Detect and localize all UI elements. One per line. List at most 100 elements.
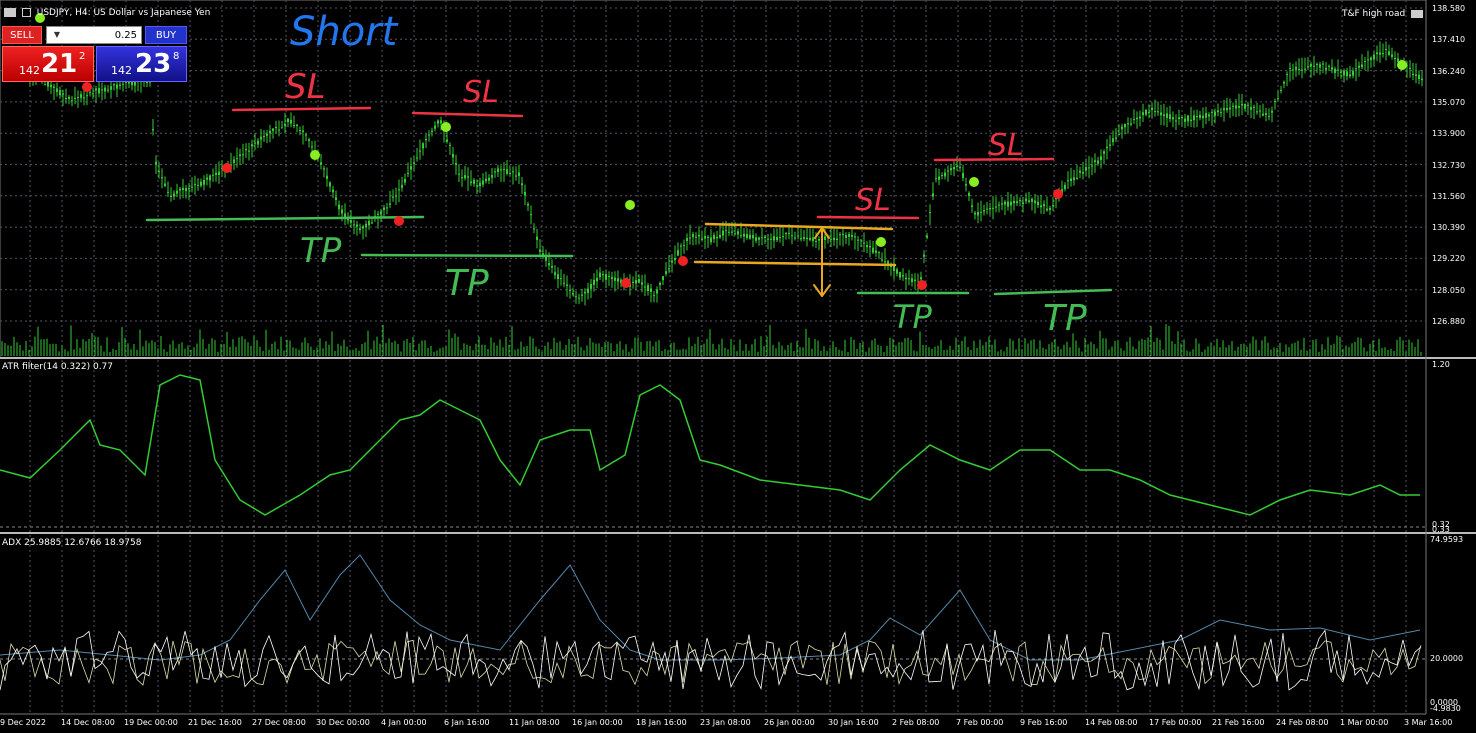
candle-body xyxy=(1217,110,1219,113)
candle-body xyxy=(95,88,97,91)
candle-body xyxy=(863,242,865,244)
candle-body xyxy=(530,214,532,216)
candle-body xyxy=(614,277,616,281)
candle-body xyxy=(1010,201,1012,206)
candle-body xyxy=(950,168,952,171)
candle-body xyxy=(746,234,748,239)
candle-body xyxy=(644,286,646,288)
candle-body xyxy=(1250,107,1252,110)
candle-body xyxy=(953,167,955,170)
atr-axis-top: 1.20 xyxy=(1432,360,1450,369)
buy-price-prefix: 142 xyxy=(111,64,132,77)
candle-body xyxy=(1304,68,1306,70)
candle-body xyxy=(1223,108,1225,111)
candle-body xyxy=(521,183,523,186)
candle-body xyxy=(707,236,709,238)
lot-size-input[interactable] xyxy=(67,28,137,42)
time-axis-label: 24 Feb 08:00 xyxy=(1276,718,1329,727)
candle-body xyxy=(608,275,610,277)
main-panel-frame xyxy=(0,0,1427,359)
buy-price-button[interactable]: 142 23 8 xyxy=(96,46,187,82)
lot-dropdown-icon[interactable]: ▼ xyxy=(49,27,65,43)
time-axis-label: 30 Dec 00:00 xyxy=(316,718,370,727)
candle-body xyxy=(1415,74,1417,76)
candle-body xyxy=(539,249,541,252)
sell-price-button[interactable]: 142 21 2 xyxy=(2,46,94,82)
candle-body xyxy=(1106,146,1108,149)
candle-body xyxy=(680,245,682,247)
candle-body xyxy=(1037,201,1039,206)
candle-body xyxy=(848,234,850,237)
candle-body xyxy=(1094,160,1096,162)
adx-label: ADX 25.9885 12.6766 18.9758 xyxy=(2,538,142,548)
candle-body xyxy=(1271,110,1273,113)
sell-signal-dot xyxy=(621,278,631,288)
candle-body xyxy=(1133,118,1135,120)
candle-body xyxy=(944,172,946,177)
candle-body xyxy=(1196,115,1198,117)
candle-body xyxy=(962,172,964,178)
candle-body xyxy=(1079,170,1081,173)
candle-body xyxy=(452,153,454,158)
candle-body xyxy=(233,159,235,163)
candle-body xyxy=(731,231,733,233)
candle-body xyxy=(1274,101,1276,103)
candle-body xyxy=(779,237,781,239)
candle-body xyxy=(353,224,355,226)
graduation-cap-icon[interactable] xyxy=(1411,9,1424,18)
sell-button[interactable]: SELL xyxy=(2,26,42,44)
candle-body xyxy=(1259,110,1261,112)
candle-body xyxy=(776,236,778,241)
time-axis-label: 9 Feb 16:00 xyxy=(1020,718,1068,727)
candle-body xyxy=(1256,111,1258,113)
candle-body xyxy=(320,162,322,165)
candle-body xyxy=(1184,118,1186,122)
buy-signal-dot xyxy=(625,200,635,210)
candle-body xyxy=(1121,126,1123,130)
chart-canvas[interactable]: Short SL SL SL SL TP TP TP TP xyxy=(0,0,1476,733)
candle-body xyxy=(671,260,673,263)
candle-body xyxy=(110,86,112,90)
candle-body xyxy=(602,274,604,276)
candle-body xyxy=(1241,103,1243,106)
candle-body xyxy=(932,193,934,197)
candle-body xyxy=(824,236,826,241)
candle-body xyxy=(1289,67,1291,69)
candle-body xyxy=(977,212,979,216)
sell-signal-dot xyxy=(394,216,404,226)
price-axis-label: 128.050 xyxy=(1432,285,1466,295)
sl-label: SL xyxy=(988,128,1024,163)
candle-body xyxy=(752,235,754,239)
candle-body xyxy=(914,279,916,282)
candle-body xyxy=(341,209,343,214)
candle-body xyxy=(965,184,967,186)
candle-body xyxy=(134,82,136,86)
candle-body xyxy=(1373,54,1375,60)
time-axis-label: 26 Jan 00:00 xyxy=(764,718,815,727)
candle-body xyxy=(1112,138,1114,143)
candle-body xyxy=(1169,114,1171,119)
atr-axis-bottom2: 0.33 xyxy=(1432,525,1450,534)
candle-body xyxy=(647,285,649,291)
chart-menu-icon[interactable] xyxy=(4,8,16,17)
chart-type-icon[interactable] xyxy=(21,8,31,17)
sell-signal-dot xyxy=(678,256,688,266)
candle-body xyxy=(404,178,406,183)
atr-label: ATR filter(14 0.322) 0.77 xyxy=(2,362,114,372)
candle-body xyxy=(1352,70,1354,76)
candle-body xyxy=(641,282,643,285)
sl-line xyxy=(231,106,372,112)
candle-body xyxy=(833,237,835,241)
candle-body xyxy=(617,278,619,282)
lot-size-field[interactable]: ▼ xyxy=(46,26,142,44)
candle-body xyxy=(416,157,418,159)
candle-body xyxy=(77,96,79,98)
buy-button[interactable]: BUY xyxy=(145,26,187,44)
candle-body xyxy=(638,279,640,283)
candle-body xyxy=(386,207,388,209)
candle-body xyxy=(1157,111,1159,113)
candle-body xyxy=(1067,180,1069,182)
sell-price-big: 21 xyxy=(41,49,78,79)
candle-body xyxy=(596,277,598,282)
candle-body xyxy=(815,240,817,242)
